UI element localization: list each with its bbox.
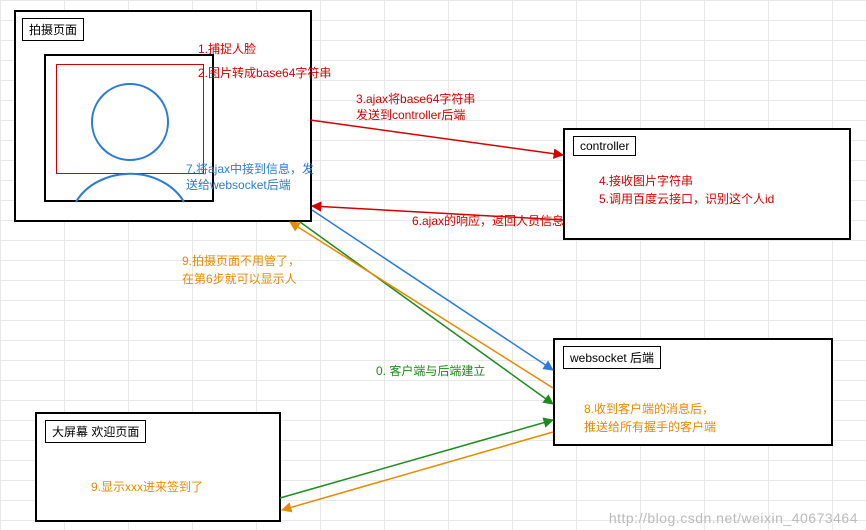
diagram-canvas: 拍摄页面 controller 4.接收图片字符串 5.调用百度云接口，识别这个… <box>0 0 866 530</box>
websocket-title: websocket 后端 <box>563 346 661 369</box>
step9c-text: 9.显示xxx进来签到了 <box>91 478 203 496</box>
controller-box: controller 4.接收图片字符串 5.调用百度云接口，识别这个人id <box>563 128 851 240</box>
step2-text: 2.图片转成base64字符串 <box>198 64 331 82</box>
step8a-text: 8.收到客户端的消息后， <box>584 400 714 418</box>
watermark: http://blog.csdn.net/weixin_40673464 <box>609 510 858 526</box>
controller-title: controller <box>573 136 636 156</box>
welcome-title: 大屏幕 欢迎页面 <box>45 420 146 443</box>
step9a-text: 9.拍摄页面不用管了， <box>182 252 300 270</box>
arrow-step0b <box>280 420 553 498</box>
arrow-step8-down <box>282 432 553 510</box>
step3b-text: 发送到controller后端 <box>356 106 465 124</box>
step5-text: 5.调用百度云接口，识别这个人id <box>599 190 774 208</box>
welcome-box: 大屏幕 欢迎页面 9.显示xxx进来签到了 <box>35 412 281 522</box>
step0-text: 0. 客户端与后端建立 <box>376 362 485 380</box>
step1-text: 1.捕捉人脸 <box>198 40 256 58</box>
step8b-text: 推送给所有握手的客户端 <box>584 418 716 436</box>
capture-page-title: 拍摄页面 <box>22 18 84 41</box>
arrow-step7 <box>312 210 553 370</box>
arrow-step3 <box>310 120 563 155</box>
step4-text: 4.接收图片字符串 <box>599 172 693 190</box>
step9b-text: 在第6步就可以显示人 <box>182 270 297 288</box>
step7b-text: 送给websocket后端 <box>186 176 291 194</box>
step6-text: 6.ajax的响应，返回人员信息 <box>412 212 564 230</box>
